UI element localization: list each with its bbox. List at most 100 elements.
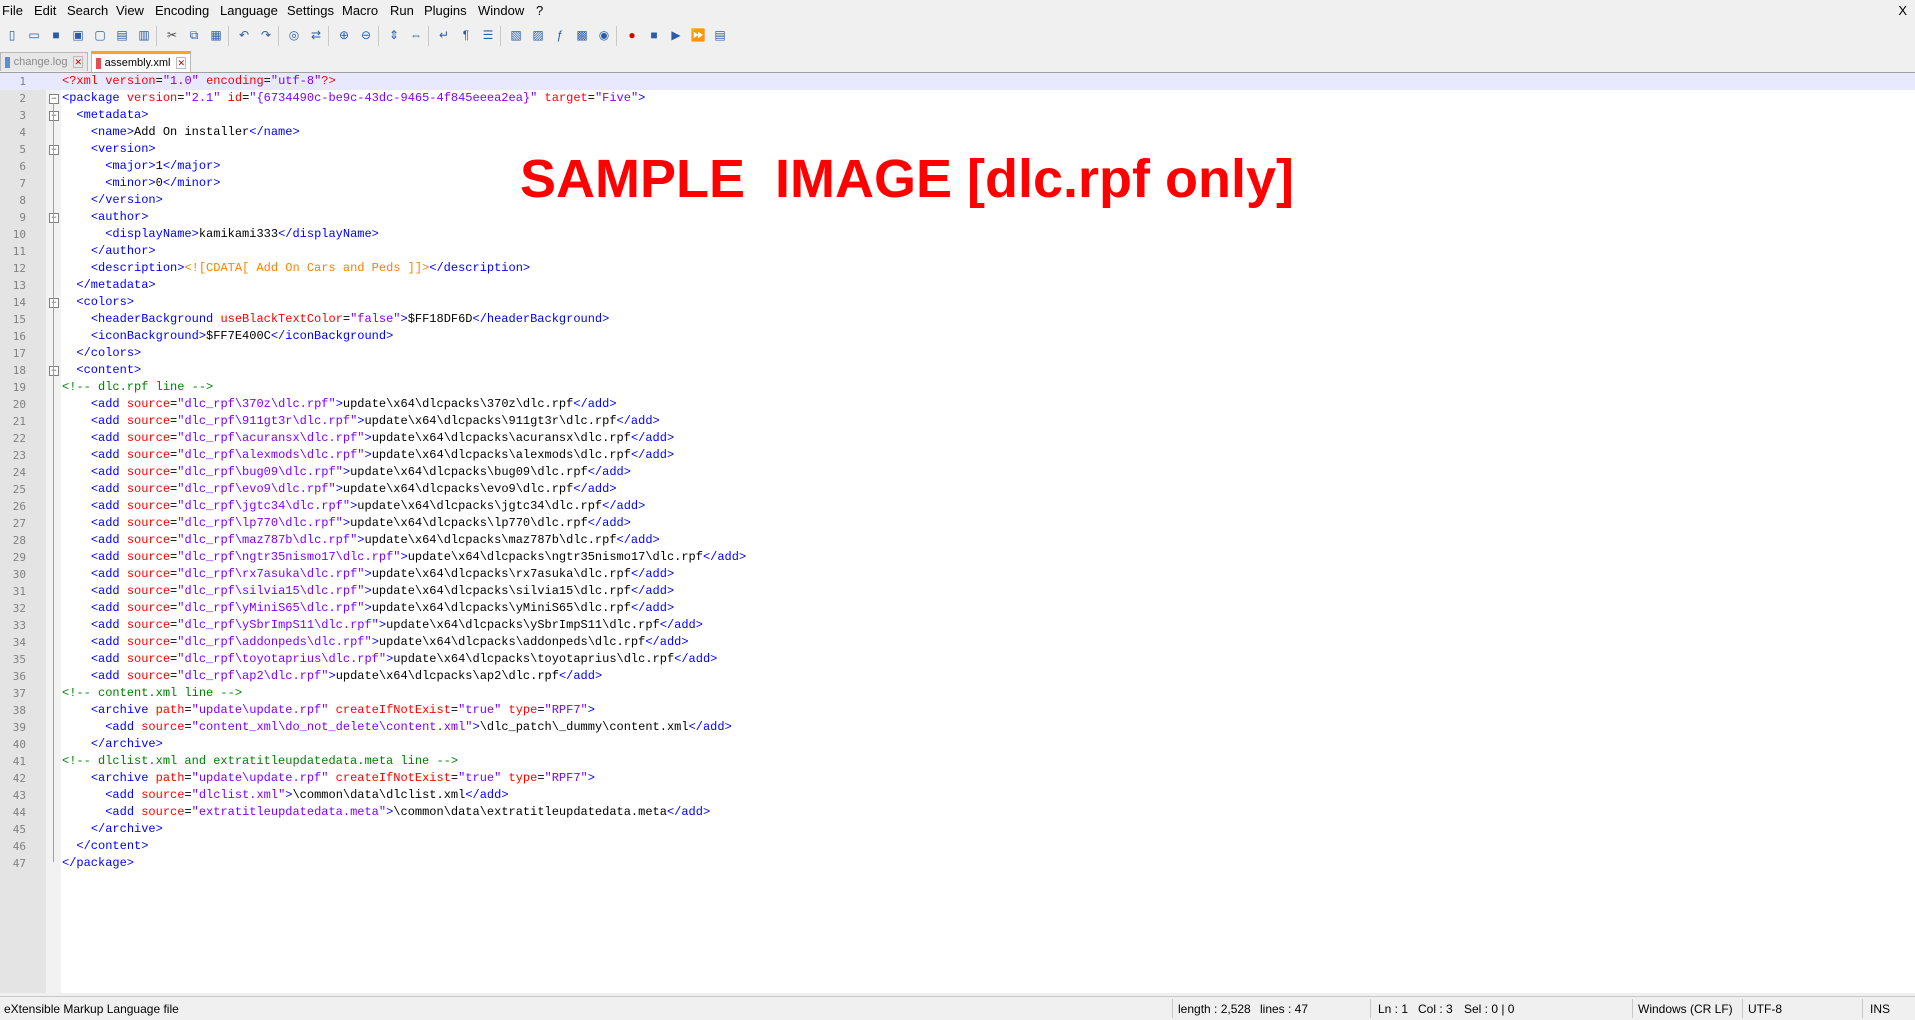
cut-icon[interactable]: ✂ xyxy=(164,27,180,43)
line-text[interactable]: <add source="dlc_rpf\toyotaprius\dlc.rpf… xyxy=(62,651,718,668)
close-icon[interactable]: ▢ xyxy=(92,27,108,43)
code-line[interactable]: 12 <description><![CDATA[ Add On Cars an… xyxy=(0,260,1915,277)
sync-horizontal-icon[interactable]: ⇔ xyxy=(408,27,424,43)
close-tab-icon[interactable]: ✕ xyxy=(176,57,186,69)
save-macro-icon[interactable]: ▤ xyxy=(712,27,728,43)
code-line[interactable]: 16 <iconBackground>$FF7E400C</iconBackgr… xyxy=(0,328,1915,345)
indent-guide-icon[interactable]: ☰ xyxy=(480,27,496,43)
code-line[interactable]: 32 <add source="dlc_rpf\yMiniS65\dlc.rpf… xyxy=(0,600,1915,617)
stop-macro-icon[interactable]: ■ xyxy=(646,27,662,43)
new-file-icon[interactable]: ▯ xyxy=(4,27,20,43)
menu-macro[interactable]: Macro xyxy=(342,3,378,18)
word-wrap-icon[interactable]: ↵ xyxy=(436,27,452,43)
line-text[interactable]: <add source="dlc_rpf\addonpeds\dlc.rpf">… xyxy=(62,634,689,651)
save-all-icon[interactable]: ▣ xyxy=(70,27,86,43)
code-line[interactable]: 31 <add source="dlc_rpf\silvia15\dlc.rpf… xyxy=(0,583,1915,600)
tab-change-log[interactable]: change.log ✕ xyxy=(0,52,88,71)
line-text[interactable]: <add source="dlc_rpf\ap2\dlc.rpf">update… xyxy=(62,668,602,685)
undo-icon[interactable]: ↶ xyxy=(236,27,252,43)
line-text[interactable]: <content> xyxy=(62,362,141,379)
code-line[interactable]: 14 <colors> − xyxy=(0,294,1915,311)
menu-edit[interactable]: Edit xyxy=(34,3,56,18)
insert-mode[interactable]: INS xyxy=(1870,1002,1890,1016)
menu-language[interactable]: Language xyxy=(220,3,278,18)
code-line[interactable]: 30 <add source="dlc_rpf\rx7asuka\dlc.rpf… xyxy=(0,566,1915,583)
menu-run[interactable]: Run xyxy=(390,3,414,18)
line-text[interactable]: </archive> xyxy=(62,736,163,753)
record-macro-icon[interactable]: ● xyxy=(624,27,640,43)
line-text[interactable]: <add source="dlc_rpf\yMiniS65\dlc.rpf">u… xyxy=(62,600,674,617)
code-line[interactable]: 36 <add source="dlc_rpf\ap2\dlc.rpf">upd… xyxy=(0,668,1915,685)
code-line[interactable]: 26 <add source="dlc_rpf\jgtc34\dlc.rpf">… xyxy=(0,498,1915,515)
line-text[interactable]: <version> xyxy=(62,141,156,158)
code-line[interactable]: 35 <add source="dlc_rpf\toyotaprius\dlc.… xyxy=(0,651,1915,668)
code-line[interactable]: 18 <content> − xyxy=(0,362,1915,379)
fold-toggle-icon[interactable]: − xyxy=(49,111,59,121)
run-macro-multiple-icon[interactable]: ⏩ xyxy=(690,27,706,43)
code-line[interactable]: 4 <name>Add On installer</name> xyxy=(0,124,1915,141)
menu-encoding[interactable]: Encoding xyxy=(155,3,209,18)
code-line[interactable]: 37 <!-- content.xml line --> xyxy=(0,685,1915,702)
print-icon[interactable]: ▥ xyxy=(136,27,152,43)
code-line[interactable]: 15 <headerBackground useBlackTextColor="… xyxy=(0,311,1915,328)
line-text[interactable]: </content> xyxy=(62,838,148,855)
doc-map-icon[interactable]: ▨ xyxy=(530,27,546,43)
line-text[interactable]: <archive path="update\update.rpf" create… xyxy=(62,702,595,719)
tab-assembly-xml[interactable]: assembly.xml ✕ xyxy=(91,51,191,72)
line-text[interactable]: </archive> xyxy=(62,821,163,838)
line-text[interactable]: <archive path="update\update.rpf" create… xyxy=(62,770,595,787)
line-text[interactable]: <add source="dlc_rpf\lp770\dlc.rpf">upda… xyxy=(62,515,631,532)
code-line[interactable]: 28 <add source="dlc_rpf\maz787b\dlc.rpf"… xyxy=(0,532,1915,549)
code-line[interactable]: 45 </archive> xyxy=(0,821,1915,838)
menu-plugins[interactable]: Plugins xyxy=(424,3,467,18)
paste-icon[interactable]: ▦ xyxy=(208,27,224,43)
line-text[interactable]: <add source="dlc_rpf\silvia15\dlc.rpf">u… xyxy=(62,583,674,600)
line-text[interactable]: <add source="content_xml\do_not_delete\c… xyxy=(62,719,732,736)
menu-help[interactable]: ? xyxy=(536,3,543,18)
find-icon[interactable]: ◎ xyxy=(286,27,302,43)
save-icon[interactable]: ■ xyxy=(48,27,64,43)
line-text[interactable]: <add source="dlc_rpf\evo9\dlc.rpf">updat… xyxy=(62,481,617,498)
zoom-in-icon[interactable]: ⊕ xyxy=(336,27,352,43)
code-line[interactable]: 25 <add source="dlc_rpf\evo9\dlc.rpf">up… xyxy=(0,481,1915,498)
line-text[interactable]: <add source="dlc_rpf\bug09\dlc.rpf">upda… xyxy=(62,464,631,481)
line-text[interactable]: <headerBackground useBlackTextColor="fal… xyxy=(62,311,610,328)
code-line[interactable]: 3 <metadata> − xyxy=(0,107,1915,124)
code-line[interactable]: 40 </archive> xyxy=(0,736,1915,753)
code-line[interactable]: 13 </metadata> xyxy=(0,277,1915,294)
line-text[interactable]: <iconBackground>$FF7E400C</iconBackgroun… xyxy=(62,328,393,345)
line-text[interactable]: <add source="dlc_rpf\maz787b\dlc.rpf">up… xyxy=(62,532,660,549)
eol-format[interactable]: Windows (CR LF) xyxy=(1638,1002,1733,1016)
line-text[interactable]: <add source="dlc_rpf\ngtr35nismo17\dlc.r… xyxy=(62,549,746,566)
code-line[interactable]: 20 <add source="dlc_rpf\370z\dlc.rpf">up… xyxy=(0,396,1915,413)
fold-toggle-icon[interactable]: − xyxy=(49,298,59,308)
line-text[interactable]: <add source="dlclist.xml">\common\data\d… xyxy=(62,787,508,804)
line-text[interactable]: <add source="dlc_rpf\ySbrImpS11\dlc.rpf"… xyxy=(62,617,703,634)
lang-define-icon[interactable]: ▧ xyxy=(508,27,524,43)
code-line[interactable]: 27 <add source="dlc_rpf\lp770\dlc.rpf">u… xyxy=(0,515,1915,532)
line-text[interactable]: <colors> xyxy=(62,294,134,311)
menu-search[interactable]: Search xyxy=(67,3,108,18)
close-document-button[interactable]: X xyxy=(1898,3,1907,18)
play-macro-icon[interactable]: ▶ xyxy=(668,27,684,43)
line-text[interactable]: <add source="dlc_rpf\alexmods\dlc.rpf">u… xyxy=(62,447,674,464)
line-text[interactable]: <!-- dlclist.xml and extratitleupdatedat… xyxy=(62,753,458,770)
code-line[interactable]: 29 <add source="dlc_rpf\ngtr35nismo17\dl… xyxy=(0,549,1915,566)
menu-file[interactable]: File xyxy=(2,3,23,18)
code-line[interactable]: 2 <package version="2.1" id="{6734490c-be… xyxy=(0,90,1915,107)
line-text[interactable]: <!-- dlc.rpf line --> xyxy=(62,379,213,396)
code-line[interactable]: 23 <add source="dlc_rpf\alexmods\dlc.rpf… xyxy=(0,447,1915,464)
line-text[interactable]: <add source="dlc_rpf\rx7asuka\dlc.rpf">u… xyxy=(62,566,674,583)
code-line[interactable]: 38 <archive path="update\update.rpf" cre… xyxy=(0,702,1915,719)
line-text[interactable]: <minor>0</minor> xyxy=(62,175,220,192)
fold-toggle-icon[interactable]: − xyxy=(49,213,59,223)
line-text[interactable]: <add source="dlc_rpf\jgtc34\dlc.rpf">upd… xyxy=(62,498,646,515)
zoom-out-icon[interactable]: ⊖ xyxy=(358,27,374,43)
code-line[interactable]: 47 </package> xyxy=(0,855,1915,872)
close-tab-icon[interactable]: ✕ xyxy=(73,56,83,68)
code-line[interactable]: 39 <add source="content_xml\do_not_delet… xyxy=(0,719,1915,736)
code-line[interactable]: 11 </author> xyxy=(0,243,1915,260)
code-line[interactable]: 42 <archive path="update\update.rpf" cre… xyxy=(0,770,1915,787)
line-text[interactable]: <package version="2.1" id="{6734490c-be9… xyxy=(62,90,645,107)
menu-window[interactable]: Window xyxy=(478,3,524,18)
